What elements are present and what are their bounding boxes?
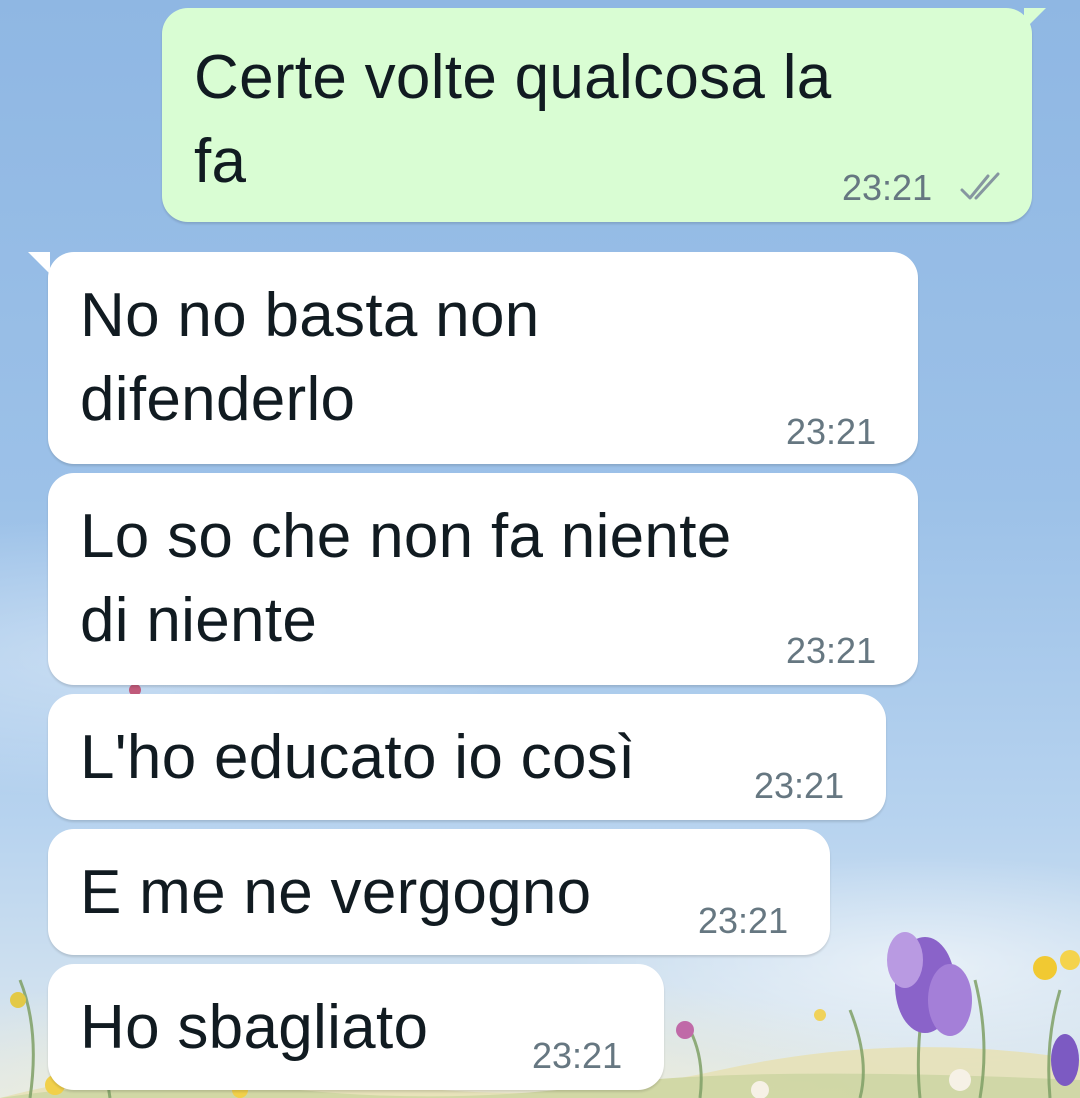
message-text-line: fa <box>194 127 247 196</box>
message-timestamp: 23:21 <box>532 1035 623 1076</box>
message-text-line: difenderlo <box>80 365 356 434</box>
bubble-tail <box>28 252 50 274</box>
message-text-line: L'ho educato io così <box>80 723 636 792</box>
double-check-icon <box>960 172 1000 200</box>
message-timestamp: 23:21 <box>842 167 933 208</box>
message-text-line: No no basta non <box>80 281 540 350</box>
message-bubble-incoming[interactable]: No no basta non difenderlo 23:21 <box>48 252 918 464</box>
message-timestamp: 23:21 <box>754 765 845 806</box>
bubble-tail <box>1024 8 1046 30</box>
message-bubble-incoming[interactable]: E me ne vergogno 23:21 <box>48 829 830 955</box>
message-text-line: Certe volte qualcosa la <box>194 43 832 112</box>
message-timestamp: 23:21 <box>786 411 877 452</box>
message-text-line: Ho sbagliato <box>80 993 429 1062</box>
message-bubble-outgoing[interactable]: Certe volte qualcosa la fa 23:21 <box>162 8 1032 222</box>
message-timestamp: 23:21 <box>698 900 789 941</box>
message-text-line: Lo so che non fa niente <box>80 502 732 571</box>
message-timestamp: 23:21 <box>786 630 877 671</box>
message-text-line: E me ne vergogno <box>80 858 592 927</box>
message-bubble-incoming[interactable]: L'ho educato io così 23:21 <box>48 694 886 820</box>
message-bubble-incoming[interactable]: Lo so che non fa niente di niente 23:21 <box>48 473 918 685</box>
message-text-line: di niente <box>80 586 318 655</box>
message-bubble-incoming[interactable]: Ho sbagliato 23:21 <box>48 964 664 1090</box>
